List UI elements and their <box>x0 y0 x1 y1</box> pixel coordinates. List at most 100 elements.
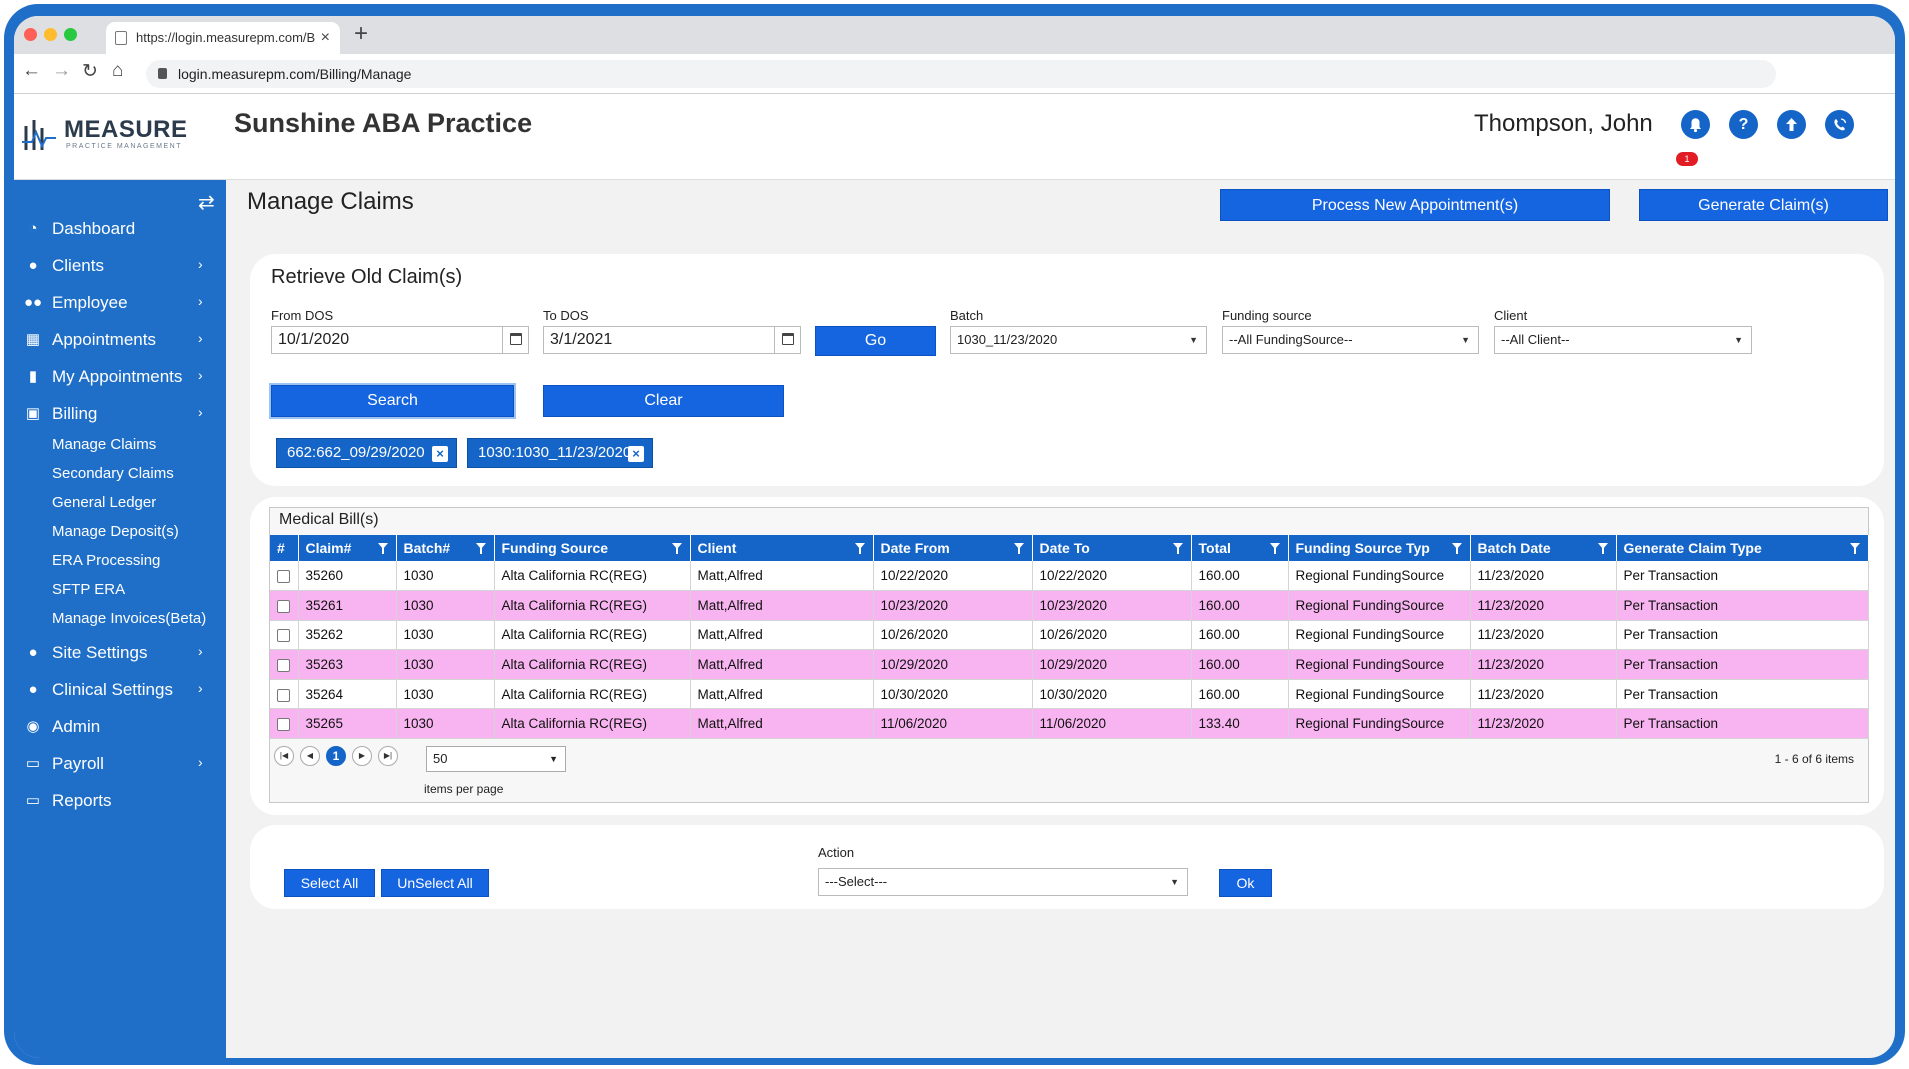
row-checkbox-cell[interactable] <box>270 679 299 710</box>
filter-icon[interactable] <box>1172 543 1183 554</box>
to-dos-field[interactable]: 3/1/2021 <box>543 326 801 354</box>
row-checkbox[interactable] <box>277 569 290 583</box>
user-name[interactable]: Thompson, John <box>1474 110 1653 138</box>
select-all-button[interactable]: Select All <box>284 869 375 897</box>
cell: Matt,Alfred <box>690 679 874 710</box>
sidebar-sub-sftp-era[interactable]: SFTP ERA <box>52 581 125 598</box>
filter-icon[interactable] <box>1013 543 1024 554</box>
sidebar-item-clients[interactable]: ● Clients › <box>14 251 226 281</box>
sidebar-item-billing[interactable]: ▣ Billing › <box>14 399 226 429</box>
row-checkbox-cell[interactable] <box>270 561 299 592</box>
sidebar-sub-manage-deposits[interactable]: Manage Deposit(s) <box>52 523 179 540</box>
browser-tab[interactable]: https://login.measurepm.com/B × <box>106 22 340 54</box>
maximize-window-icon[interactable] <box>64 28 77 41</box>
filter-icon[interactable] <box>475 543 486 554</box>
sidebar-sub-general-ledger[interactable]: General Ledger <box>52 494 156 511</box>
sidebar-sub-era-processing[interactable]: ERA Processing <box>52 552 160 569</box>
help-icon[interactable]: ? <box>1729 110 1758 139</box>
sidebar-item-my-appointments[interactable]: ▮ My Appointments › <box>14 362 226 392</box>
action-select[interactable]: ---Select--- ▼ <box>818 868 1188 896</box>
sidebar-item-clinical-settings[interactable]: ● Clinical Settings › <box>14 675 226 705</box>
unselect-all-button[interactable]: UnSelect All <box>381 869 489 897</box>
row-checkbox-cell[interactable] <box>270 590 299 621</box>
filter-icon[interactable] <box>854 543 865 554</box>
row-checkbox[interactable] <box>277 688 290 702</box>
row-checkbox[interactable] <box>277 599 290 613</box>
sidebar-sub-secondary-claims[interactable]: Secondary Claims <box>52 465 174 482</box>
next-page-icon[interactable]: ▶ <box>352 746 372 766</box>
close-window-icon[interactable] <box>24 28 37 41</box>
current-page-button[interactable]: 1 <box>326 746 346 766</box>
bell-icon[interactable] <box>1681 110 1710 139</box>
row-checkbox[interactable] <box>277 629 290 643</box>
column-header[interactable]: Client <box>690 535 874 561</box>
go-button[interactable]: Go <box>815 326 936 356</box>
close-icon[interactable]: × <box>628 446 644 462</box>
support-call-icon[interactable] <box>1825 110 1854 139</box>
sidebar-item-site-settings[interactable]: ● Site Settings › <box>14 638 226 668</box>
sidebar-item-appointments[interactable]: ▦ Appointments › <box>14 325 226 355</box>
measure-logo[interactable]: MEASURE PRACTICE MANAGEMENT <box>22 112 187 158</box>
reload-icon[interactable]: ↻ <box>82 60 98 83</box>
search-button[interactable]: Search <box>271 385 514 417</box>
sidebar-item-payroll[interactable]: ▭ Payroll › <box>14 749 226 779</box>
ok-button[interactable]: Ok <box>1219 869 1272 897</box>
filter-icon[interactable] <box>671 543 682 554</box>
calendar-icon[interactable] <box>502 327 528 353</box>
sidebar-item-reports[interactable]: ▭ Reports <box>14 786 226 816</box>
batch-select[interactable]: 1030_11/23/2020 ▼ <box>950 326 1207 354</box>
minimize-window-icon[interactable] <box>44 28 57 41</box>
new-tab-icon[interactable]: + <box>354 20 368 48</box>
process-new-appointments-button[interactable]: Process New Appointment(s) <box>1220 189 1610 221</box>
table-row[interactable]: 35260 1030 Alta California RC(REG) Matt,Alf… <box>270 561 1869 592</box>
row-checkbox[interactable] <box>277 718 290 732</box>
row-checkbox[interactable] <box>277 659 290 673</box>
prev-page-icon[interactable]: ◀ <box>300 746 320 766</box>
first-page-icon[interactable]: |◀ <box>274 746 294 766</box>
sidebar-toggle-icon[interactable]: ⇄ <box>198 190 215 215</box>
column-header[interactable]: Generate Claim Type <box>1616 535 1869 561</box>
column-header[interactable]: Date To <box>1032 535 1192 561</box>
funding-source-select[interactable]: --All FundingSource-- ▼ <box>1222 326 1479 354</box>
sidebar-item-employee[interactable]: ●● Employee › <box>14 288 226 318</box>
column-header[interactable]: Batch Date <box>1470 535 1617 561</box>
column-header[interactable]: Total <box>1191 535 1289 561</box>
table-row[interactable]: 35263 1030 Alta California RC(REG) Matt,Alf… <box>270 649 1869 680</box>
filter-icon[interactable] <box>1451 543 1462 554</box>
sidebar-sub-manage-claims[interactable]: Manage Claims <box>52 436 156 453</box>
filter-icon[interactable] <box>1849 543 1860 554</box>
from-dos-field[interactable]: 10/1/2020 <box>271 326 529 354</box>
column-header[interactable]: Claim# <box>298 535 397 561</box>
table-row[interactable]: 35265 1030 Alta California RC(REG) Matt,Alf… <box>270 708 1869 740</box>
column-header[interactable]: Date From <box>873 535 1033 561</box>
calendar-icon[interactable] <box>774 327 800 353</box>
table-row[interactable]: 35261 1030 Alta California RC(REG) Matt,Alf… <box>270 590 1869 621</box>
sidebar-sub-manage-invoices[interactable]: Manage Invoices(Beta) <box>52 610 206 627</box>
sidebar-item-admin[interactable]: ◉ Admin <box>14 712 226 742</box>
upload-icon[interactable] <box>1777 110 1806 139</box>
close-icon[interactable]: × <box>432 446 448 462</box>
row-checkbox-cell[interactable] <box>270 620 299 651</box>
filter-icon[interactable] <box>377 543 388 554</box>
last-page-icon[interactable]: ▶| <box>378 746 398 766</box>
column-header[interactable]: Funding Source Typ <box>1288 535 1471 561</box>
home-icon[interactable]: ⌂ <box>112 60 123 82</box>
filter-icon[interactable] <box>1269 543 1280 554</box>
row-checkbox-cell[interactable] <box>270 649 299 680</box>
cell: Alta California RC(REG) <box>494 679 691 710</box>
table-row[interactable]: 35264 1030 Alta California RC(REG) Matt,Alf… <box>270 679 1869 710</box>
filter-icon[interactable] <box>1597 543 1608 554</box>
forward-icon[interactable]: → <box>52 60 71 82</box>
table-row[interactable]: 35262 1030 Alta California RC(REG) Matt,Alf… <box>270 620 1869 651</box>
clear-button[interactable]: Clear <box>543 385 784 417</box>
column-header[interactable]: Funding Source <box>494 535 691 561</box>
close-tab-icon[interactable]: × <box>321 22 330 54</box>
page-size-select[interactable]: 50 ▼ <box>426 746 566 772</box>
sidebar-item-dashboard[interactable]: ◔ Dashboard <box>14 214 226 244</box>
row-checkbox-cell[interactable] <box>270 708 299 740</box>
generate-claims-button[interactable]: Generate Claim(s) <box>1639 189 1888 221</box>
client-select[interactable]: --All Client-- ▼ <box>1494 326 1752 354</box>
url-field[interactable]: login.measurepm.com/Billing/Manage <box>146 60 1776 88</box>
back-icon[interactable]: ← <box>22 60 41 82</box>
column-header[interactable]: Batch# <box>396 535 495 561</box>
